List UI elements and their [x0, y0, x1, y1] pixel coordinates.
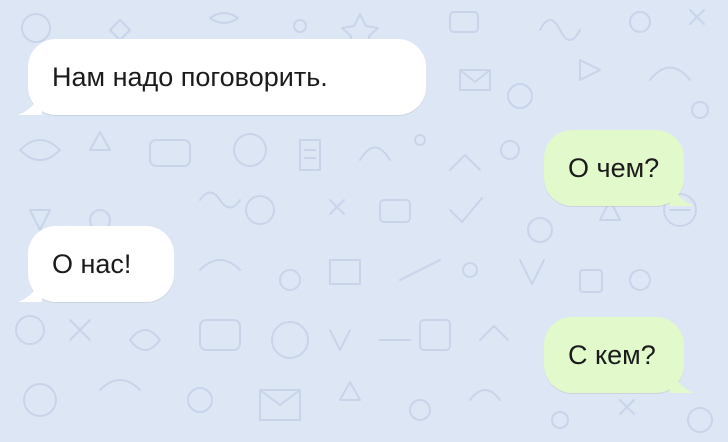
message-row-outgoing-1: О чем? [544, 130, 694, 206]
message-text: С кем? [568, 339, 656, 370]
message-bubble-incoming[interactable]: О нас! [18, 226, 174, 302]
bubble-tail-icon [670, 182, 694, 206]
bubble-tail-icon [670, 369, 694, 393]
message-bubble-outgoing[interactable]: С кем? [544, 317, 694, 393]
message-row-outgoing-2: С кем? [544, 317, 694, 393]
message-bubble-incoming[interactable]: Нам надо поговорить. [18, 39, 426, 115]
bubble-tail-icon [18, 278, 42, 302]
message-row-incoming-1: Нам надо поговорить. [18, 39, 426, 115]
message-text: О нас! [52, 248, 132, 279]
message-row-incoming-2: О нас! [18, 226, 174, 302]
bubble-tail-icon [18, 91, 42, 115]
message-text: Нам надо поговорить. [52, 61, 328, 92]
message-bubble-outgoing[interactable]: О чем? [544, 130, 694, 206]
message-text: О чем? [568, 152, 660, 183]
